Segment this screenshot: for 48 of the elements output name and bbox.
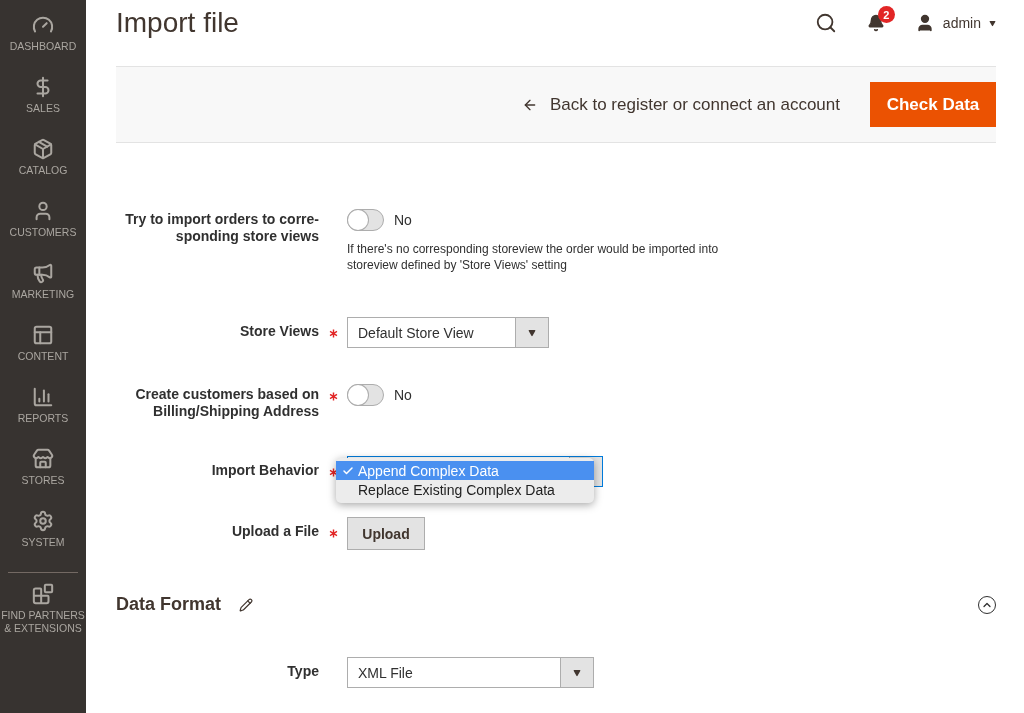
menu-option[interactable]: Replace Existing Complex Data xyxy=(336,480,594,499)
nav-item[interactable]: REPORTS xyxy=(0,386,86,448)
caret-icon xyxy=(989,19,996,27)
nav-icon xyxy=(32,510,54,532)
check-data-button[interactable]: Check Data xyxy=(870,82,996,127)
upload-button[interactable]: Upload xyxy=(347,517,425,550)
pencil-icon[interactable] xyxy=(239,597,254,612)
nav-item[interactable]: FIND PARTNERS & EXTENSIONS xyxy=(0,583,86,645)
nav-icon xyxy=(32,324,54,346)
nav-icon xyxy=(32,386,54,408)
nav-icon xyxy=(32,583,54,605)
caret-icon xyxy=(573,668,581,677)
field-label: Create customers based on Billing/Shipping Address xyxy=(134,385,319,420)
nav-item[interactable]: CATALOG xyxy=(0,138,86,200)
toggle-switch[interactable] xyxy=(347,209,384,231)
nav-item[interactable]: STORES xyxy=(0,448,86,510)
nav-icon xyxy=(32,448,54,470)
field-label: Import Behavior xyxy=(210,461,319,479)
search-button[interactable] xyxy=(814,12,837,34)
bell-icon xyxy=(866,14,885,32)
nav-icon xyxy=(32,262,54,284)
nav-item[interactable]: CUSTOMERS xyxy=(0,200,86,262)
notification-count: 2 xyxy=(877,6,895,23)
caret-icon xyxy=(528,328,536,337)
field-note: If there's no corresponding storeview the order would be imported into storeview defined by 'Store Views' setting xyxy=(347,241,720,273)
select-field[interactable]: Default Store View xyxy=(347,317,549,348)
toggle-value: No xyxy=(394,212,412,228)
nav-item[interactable]: SYSTEM xyxy=(0,510,86,572)
section-title: Data Format xyxy=(116,594,222,615)
page-title: Import file xyxy=(116,7,240,39)
toggle-switch[interactable] xyxy=(347,384,384,406)
select-field[interactable]: XML File xyxy=(347,657,594,688)
field-label: Store Views xyxy=(238,322,319,340)
user-menu[interactable]: admin xyxy=(914,13,996,33)
nav-item[interactable]: MARKETING xyxy=(0,262,86,324)
menu-option[interactable]: Append Complex Data xyxy=(336,461,594,480)
field-label: Upload a File xyxy=(230,522,319,540)
field-label: Type xyxy=(286,662,319,680)
check-icon xyxy=(342,464,354,477)
nav-item[interactable]: CONTENT xyxy=(0,324,86,386)
notifications-button[interactable] xyxy=(866,14,885,32)
nav-item[interactable]: SALES xyxy=(0,76,86,138)
field-label: Try to import orders to corre- sponding store views xyxy=(124,210,319,245)
nav-item[interactable]: DASHBOARD xyxy=(0,14,86,76)
toggle-value: No xyxy=(394,387,412,403)
nav-icon xyxy=(32,138,54,160)
back-link[interactable]: Back to register or connect an account xyxy=(521,94,840,115)
search-icon xyxy=(814,12,837,34)
